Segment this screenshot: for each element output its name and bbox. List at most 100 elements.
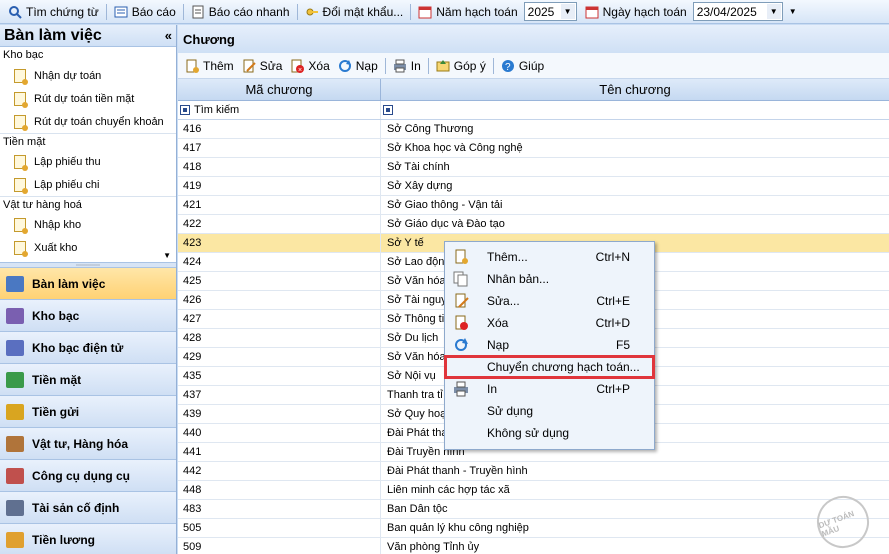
scroll-down-icon[interactable]: ▼ bbox=[163, 251, 171, 260]
print-button[interactable]: In bbox=[389, 55, 425, 77]
chevron-down-icon[interactable]: ▼ bbox=[560, 4, 575, 19]
collapse-icon[interactable]: « bbox=[165, 28, 172, 43]
table-row[interactable]: 448 Liên minh các hợp tác xã bbox=[178, 481, 889, 500]
separator bbox=[105, 3, 107, 20]
fiscal-year-select[interactable]: 2025 ▼ bbox=[523, 2, 577, 21]
help-icon: ? bbox=[501, 59, 515, 73]
nav-tai-san[interactable]: Tài sản cố định bbox=[0, 492, 176, 524]
table-row[interactable]: 509 Văn phòng Tỉnh ủy bbox=[178, 538, 889, 554]
task-link[interactable]: Rút dự toán tiền mặt bbox=[0, 87, 176, 110]
cell-ten-chuong: Liên minh các hợp tác xã bbox=[387, 484, 510, 496]
cell-ten-chuong: Sở Giáo dục và Đào tạo bbox=[387, 218, 505, 230]
delete-icon bbox=[455, 315, 468, 330]
fiscal-year-label: Năm hạch toán bbox=[414, 1, 521, 23]
table-row[interactable]: 417 Sở Khoa học và Công nghệ bbox=[178, 139, 889, 158]
cell-ma-chuong: 448 bbox=[178, 481, 381, 499]
nav-tien-luong[interactable]: Tiền lương bbox=[0, 524, 176, 554]
reload-button[interactable]: Nạp bbox=[334, 55, 382, 77]
cell-ma-chuong: 439 bbox=[178, 405, 381, 423]
nav-ban-lam-viec[interactable]: Bàn làm việc bbox=[0, 268, 176, 300]
top-toolbar: Tìm chứng từ Báo cáo Báo cáo nhanh Đổi m… bbox=[0, 0, 889, 24]
menu-item-reload[interactable]: Nạp F5 bbox=[445, 334, 654, 356]
table-row[interactable]: 419 Sở Xây dựng bbox=[178, 177, 889, 196]
menu-item-use[interactable]: Sử dụng bbox=[445, 400, 654, 422]
filter-ma-chuong[interactable]: Tìm kiếm bbox=[178, 101, 381, 119]
svg-text:?: ? bbox=[505, 62, 511, 73]
nav-kho-bac[interactable]: Kho bạc bbox=[0, 300, 176, 332]
cell-ma-chuong: 441 bbox=[178, 443, 381, 461]
sidebar: Bàn làm việc « Kho bạc Nhận dự toán Rút d… bbox=[0, 25, 177, 554]
report-button[interactable]: Báo cáo bbox=[110, 1, 180, 23]
search-icon bbox=[8, 5, 22, 19]
add-doc-icon bbox=[455, 249, 468, 264]
table-row[interactable]: 422 Sở Giáo dục và Đào tạo bbox=[178, 215, 889, 234]
document-icon bbox=[14, 240, 28, 257]
edit-button[interactable]: Sửa bbox=[238, 55, 287, 77]
group-tien-mat: Tiền mặt bbox=[0, 133, 176, 150]
cell-ten-chuong: Ban Dân tộc bbox=[387, 503, 448, 515]
cell-ma-chuong: 424 bbox=[178, 253, 381, 271]
separator bbox=[182, 3, 184, 20]
cell-ten-chuong: Ban quản lý khu công nghiệp bbox=[387, 522, 529, 534]
salary-icon bbox=[6, 531, 24, 548]
table-row[interactable]: 505 Ban quản lý khu công nghiệp bbox=[178, 519, 889, 538]
page-title: Chương bbox=[178, 25, 889, 53]
svg-text:×: × bbox=[298, 67, 302, 73]
table-row[interactable]: 418 Sở Tài chính bbox=[178, 158, 889, 177]
nav-cong-cu[interactable]: Công cụ dụng cụ bbox=[0, 460, 176, 492]
cell-ten-chuong: Sở Xây dựng bbox=[387, 180, 453, 192]
column-ten-chuong[interactable]: Tên chương bbox=[381, 79, 889, 100]
task-link[interactable]: Nhận dự toán bbox=[0, 64, 176, 87]
overflow-chevron-icon[interactable]: ▼ bbox=[789, 7, 797, 16]
document-icon bbox=[14, 177, 28, 194]
asset-icon bbox=[6, 499, 24, 516]
task-link[interactable]: Lập phiếu chi bbox=[0, 173, 176, 196]
filter-icon[interactable] bbox=[180, 105, 190, 115]
grid-header: Mã chương Tên chương bbox=[178, 79, 889, 101]
menu-item-move-chapter[interactable]: Chuyển chương hạch toán... bbox=[444, 355, 655, 379]
nav-tien-gui[interactable]: Tiền gửi bbox=[0, 396, 176, 428]
change-password-button[interactable]: Đổi mật khẩu... bbox=[301, 1, 408, 23]
table-row[interactable]: 442 Đài Phát thanh - Truyền hình bbox=[178, 462, 889, 481]
deposit-icon bbox=[6, 403, 24, 420]
separator bbox=[410, 3, 412, 20]
menu-item-duplicate[interactable]: Nhân bản... bbox=[445, 268, 654, 290]
task-link[interactable]: Xuất kho bbox=[0, 236, 176, 259]
table-row[interactable]: 416 Sở Công Thương bbox=[178, 120, 889, 139]
search-docs-button[interactable]: Tìm chứng từ bbox=[4, 1, 103, 23]
quick-report-button[interactable]: Báo cáo nhanh bbox=[187, 1, 294, 23]
menu-item-add[interactable]: Thêm... Ctrl+N bbox=[445, 246, 654, 268]
menu-item-print[interactable]: In Ctrl+P bbox=[445, 378, 654, 400]
nav-kho-bac-dien-tu[interactable]: Kho bạc điện tử bbox=[0, 332, 176, 364]
cell-ma-chuong: 483 bbox=[178, 500, 381, 518]
feedback-icon bbox=[436, 59, 450, 73]
delete-button[interactable]: × Xóa bbox=[286, 55, 333, 77]
help-button[interactable]: ? Giúp bbox=[497, 55, 548, 77]
cell-ma-chuong: 426 bbox=[178, 291, 381, 309]
menu-item-delete[interactable]: Xóa Ctrl+D bbox=[445, 312, 654, 334]
table-row[interactable]: 483 Ban Dân tộc bbox=[178, 500, 889, 519]
filter-icon[interactable] bbox=[383, 105, 393, 115]
cell-ten-chuong: Sở Tài chính bbox=[387, 161, 450, 173]
task-link[interactable]: Lập phiếu thu bbox=[0, 150, 176, 173]
table-row[interactable]: 421 Sở Giao thông - Vận tải bbox=[178, 196, 889, 215]
report-icon bbox=[114, 5, 128, 19]
nav-vat-tu[interactable]: Vật tư, Hàng hóa bbox=[0, 428, 176, 460]
cell-ma-chuong: 442 bbox=[178, 462, 381, 480]
bank-icon bbox=[6, 307, 24, 324]
nav-tien-mat[interactable]: Tiền mặt bbox=[0, 364, 176, 396]
menu-item-unuse[interactable]: Không sử dụng bbox=[445, 422, 654, 444]
task-link[interactable]: Nhập kho bbox=[0, 213, 176, 236]
column-ma-chuong[interactable]: Mã chương bbox=[178, 79, 381, 100]
menu-item-edit[interactable]: Sửa... Ctrl+E bbox=[445, 290, 654, 312]
task-link[interactable]: Rút dự toán chuyển khoản bbox=[0, 110, 176, 133]
edit-icon bbox=[242, 59, 256, 73]
delete-icon: × bbox=[290, 59, 305, 74]
chevron-down-icon[interactable]: ▼ bbox=[766, 4, 781, 19]
add-button[interactable]: Thêm bbox=[181, 55, 238, 77]
e-bank-icon bbox=[6, 339, 24, 356]
filter-ten-chuong[interactable] bbox=[381, 101, 889, 119]
posting-date-picker[interactable]: 23/04/2025 ▼ bbox=[692, 2, 783, 21]
separator bbox=[427, 57, 429, 74]
feedback-button[interactable]: Góp ý bbox=[432, 55, 490, 77]
